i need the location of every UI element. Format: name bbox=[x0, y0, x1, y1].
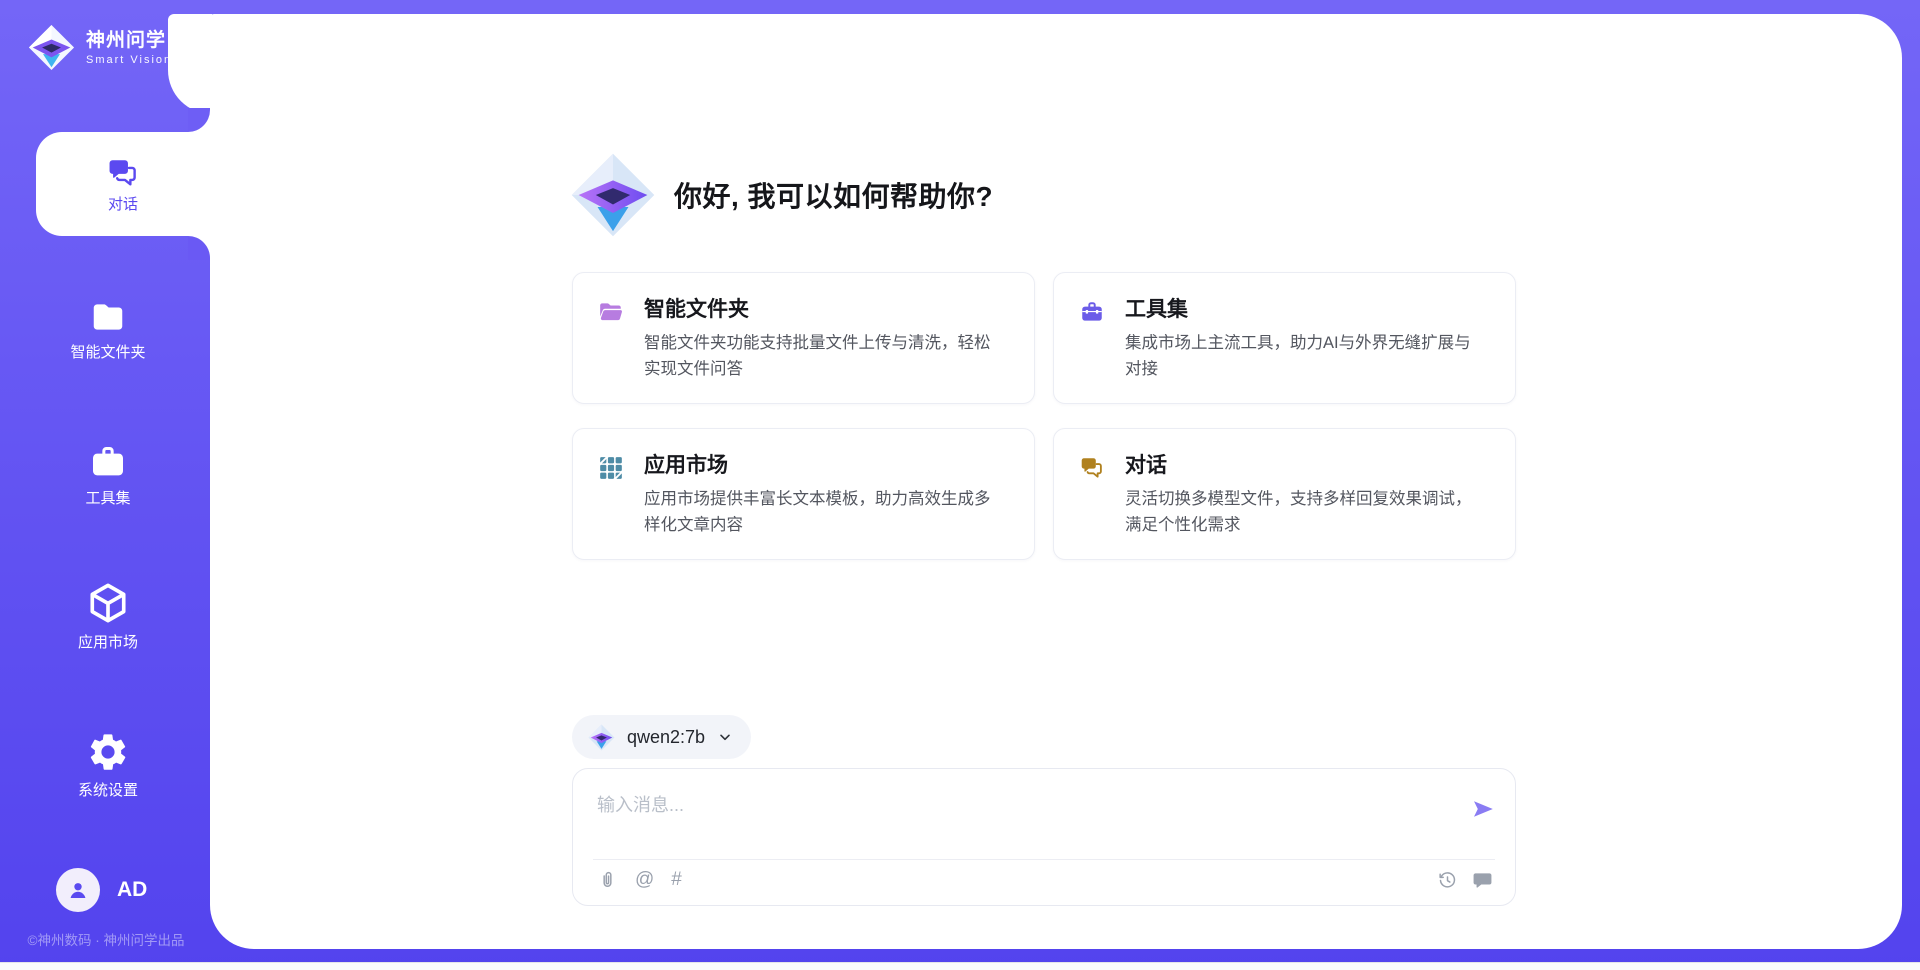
sidebar-item-label: 工具集 bbox=[85, 491, 130, 507]
at-icon[interactable]: @ bbox=[635, 869, 654, 891]
card-description: 应用市场提供丰富长文本模板，助力高效生成多样化文章内容 bbox=[644, 486, 1002, 538]
gear-icon bbox=[86, 730, 130, 774]
sidebar-item-chat[interactable]: 对话 bbox=[36, 132, 210, 236]
message-icon[interactable] bbox=[1472, 870, 1493, 891]
app-title: 神州问学 bbox=[86, 30, 172, 52]
tab-fillet-top bbox=[188, 108, 210, 132]
user-name: AD bbox=[117, 878, 147, 902]
card-description: 灵活切换多模型文件，支持多样回复效果调试，满足个性化需求 bbox=[1125, 486, 1483, 538]
sidebar-item-toolbox[interactable]: 工具集 bbox=[20, 442, 196, 507]
greeting-title: 你好, 我可以如何帮助你? bbox=[674, 175, 993, 215]
sidebar-item-folders[interactable]: 智能文件夹 bbox=[20, 298, 196, 361]
send-icon[interactable] bbox=[1471, 797, 1495, 821]
assistant-logo-icon bbox=[570, 152, 656, 238]
sidebar-item-marketplace[interactable]: 应用市场 bbox=[20, 580, 196, 651]
app-subtitle: Smart Vision bbox=[86, 54, 172, 66]
hash-icon[interactable]: # bbox=[671, 869, 682, 891]
copyright-footer: ©神州数码 · 神州问学出品 bbox=[0, 929, 212, 949]
main-content-corner bbox=[168, 14, 212, 114]
card-smart-folder[interactable]: 智能文件夹 智能文件夹功能支持批量文件上传与清洗，轻松实现文件问答 bbox=[572, 272, 1035, 404]
cube-icon bbox=[85, 580, 131, 626]
model-name: qwen2:7b bbox=[627, 727, 705, 748]
grid-icon bbox=[598, 455, 624, 481]
chevron-down-icon bbox=[717, 729, 733, 745]
avatar bbox=[56, 868, 100, 912]
card-chat[interactable]: 对话 灵活切换多模型文件，支持多样回复效果调试，满足个性化需求 bbox=[1053, 428, 1516, 560]
history-icon[interactable] bbox=[1437, 870, 1458, 891]
card-title: 对话 bbox=[1125, 453, 1483, 479]
toolbox-icon bbox=[1079, 299, 1105, 325]
card-description: 智能文件夹功能支持批量文件上传与清洗，轻松实现文件问答 bbox=[644, 330, 1002, 382]
chat-icon bbox=[1079, 455, 1105, 481]
chat-icon bbox=[106, 156, 140, 190]
brand: 神州问学 Smart Vision bbox=[28, 24, 172, 71]
tab-fillet-bottom bbox=[188, 236, 210, 260]
toolbox-icon bbox=[88, 442, 128, 482]
card-app-market[interactable]: 应用市场 应用市场提供丰富长文本模板，助力高效生成多样化文章内容 bbox=[572, 428, 1035, 560]
sidebar-item-label: 智能文件夹 bbox=[70, 345, 145, 361]
message-input[interactable]: 输入消息... bbox=[597, 791, 684, 817]
card-description: 集成市场上主流工具，助力AI与外界无缝扩展与对接 bbox=[1125, 330, 1483, 382]
user-profile[interactable]: AD bbox=[56, 868, 147, 912]
horizontal-scrollbar[interactable] bbox=[0, 962, 1920, 970]
card-title: 智能文件夹 bbox=[644, 297, 1002, 323]
attachment-icon[interactable] bbox=[597, 870, 618, 891]
app-window: 神州问学 Smart Vision 对话 智能文件夹 工具集 bbox=[0, 0, 1920, 970]
model-logo-icon bbox=[588, 724, 615, 751]
card-title: 应用市场 bbox=[644, 453, 1002, 479]
sidebar-item-label: 对话 bbox=[108, 197, 138, 213]
greeting: 你好, 我可以如何帮助你? bbox=[570, 152, 993, 238]
card-toolbox[interactable]: 工具集 集成市场上主流工具，助力AI与外界无缝扩展与对接 bbox=[1053, 272, 1516, 404]
folder-icon bbox=[89, 298, 127, 336]
card-title: 工具集 bbox=[1125, 297, 1483, 323]
feature-cards: 智能文件夹 智能文件夹功能支持批量文件上传与清洗，轻松实现文件问答 工具集 集成… bbox=[572, 272, 1516, 560]
model-selector[interactable]: qwen2:7b bbox=[572, 715, 751, 759]
composer-divider bbox=[593, 859, 1495, 860]
folder-open-icon bbox=[598, 299, 624, 325]
message-composer: 输入消息... @ # bbox=[572, 768, 1516, 906]
sidebar-item-settings[interactable]: 系统设置 bbox=[20, 730, 196, 799]
brand-logo-icon bbox=[28, 24, 75, 71]
sidebar-item-label: 应用市场 bbox=[78, 635, 138, 651]
sidebar-item-label: 系统设置 bbox=[78, 783, 138, 799]
